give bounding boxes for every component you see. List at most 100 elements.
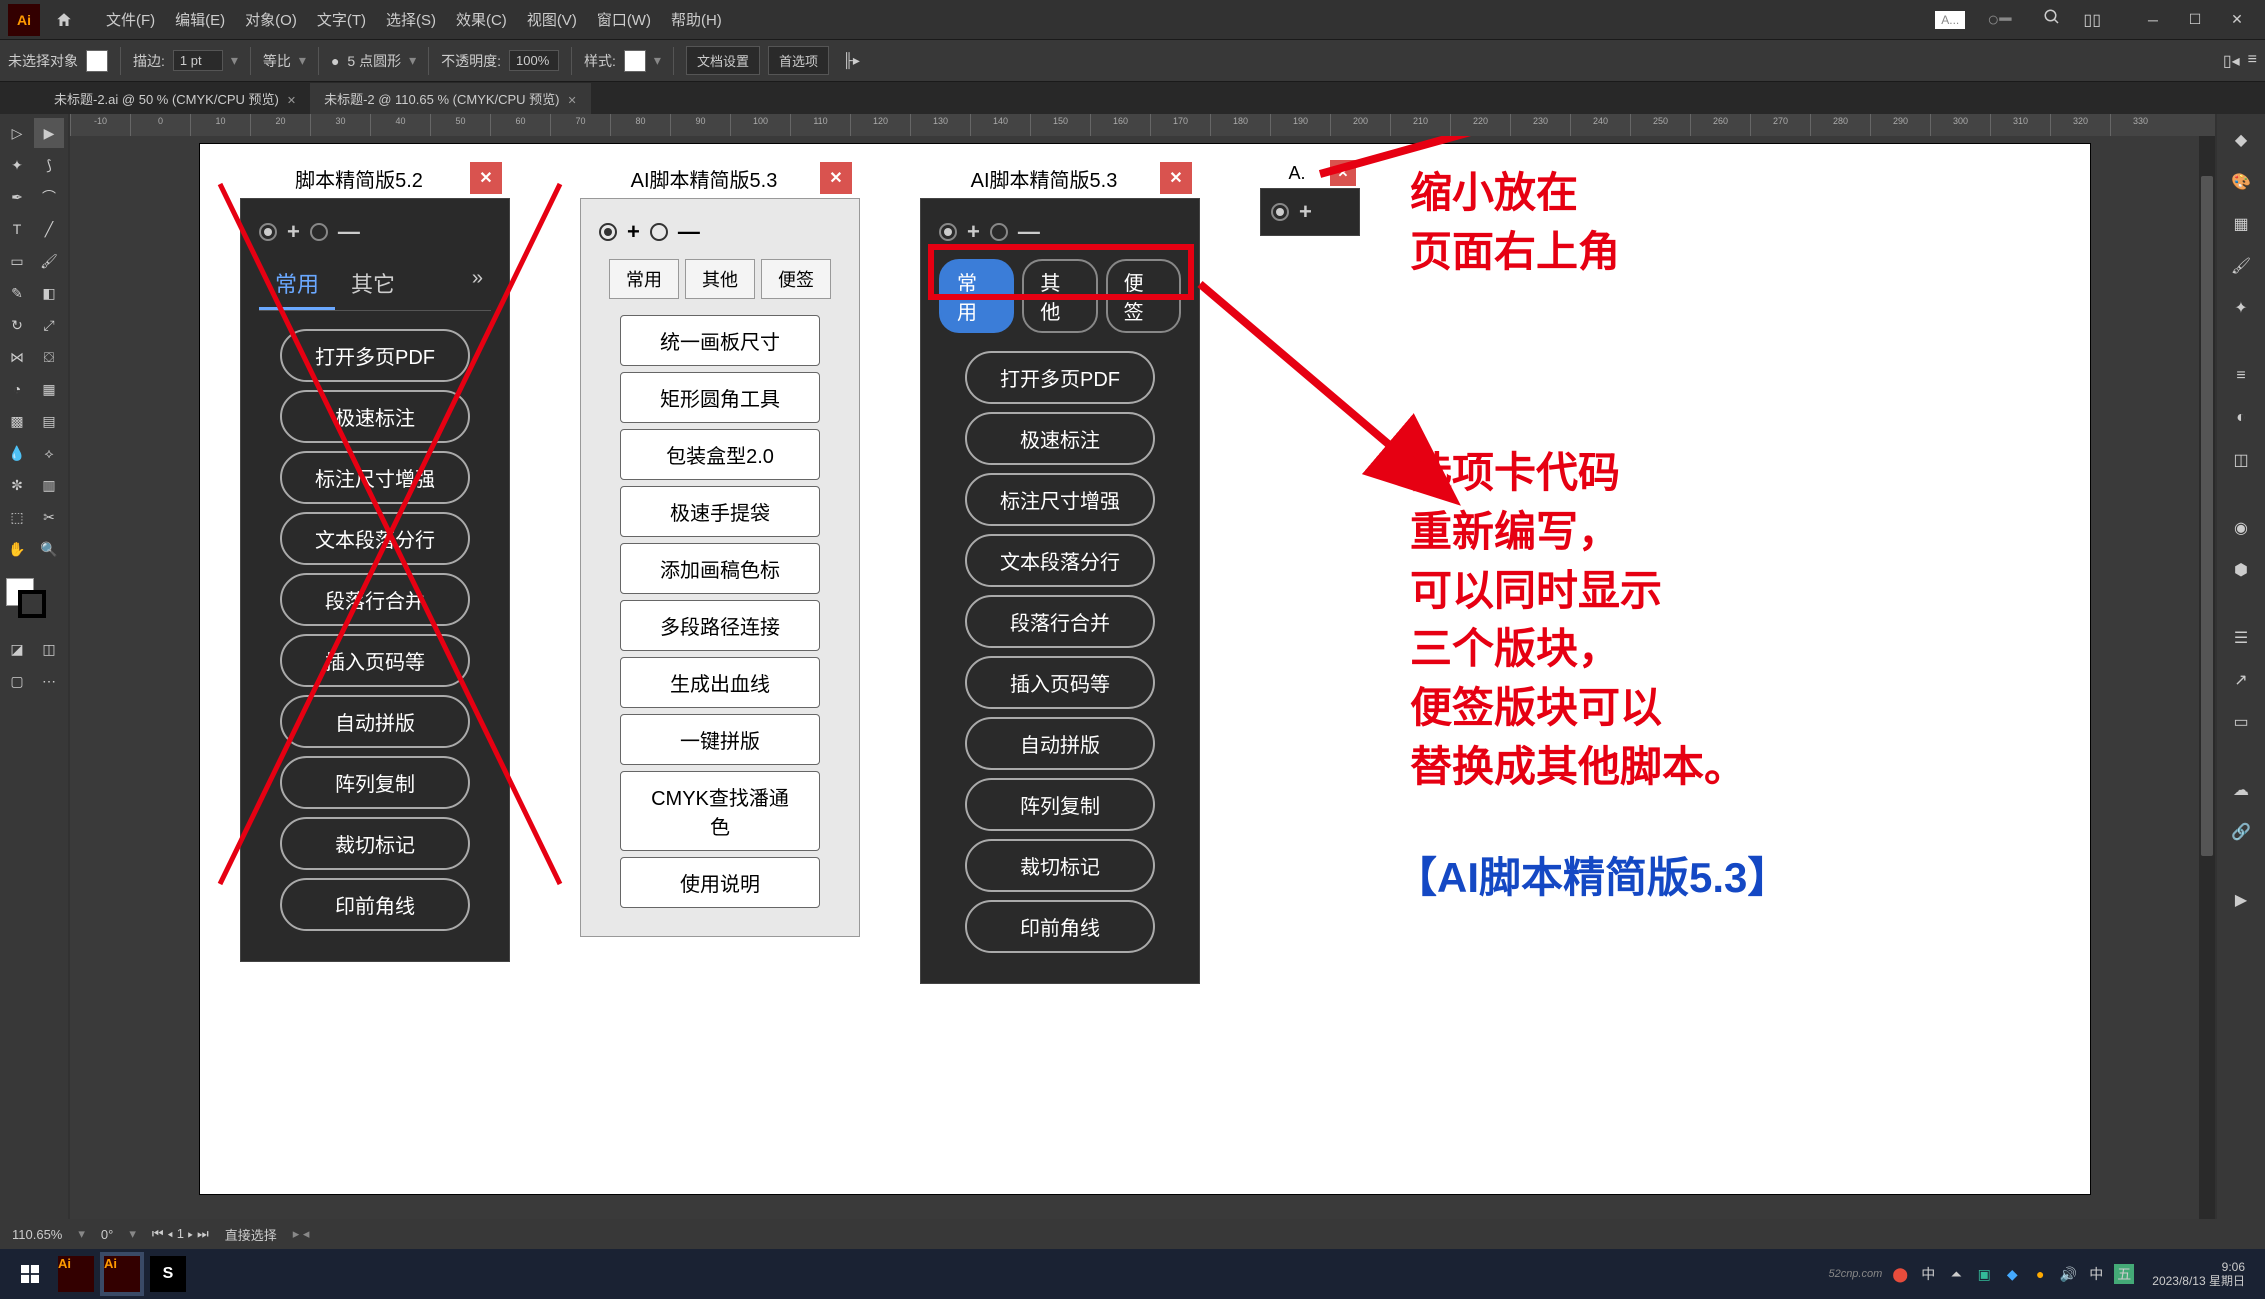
- canvas[interactable]: 脚本精简版5.2 ✕ + — 常用 其它 » 打开多页PDF 极速标注 标注尺寸…: [70, 136, 2215, 1219]
- libraries-panel-icon[interactable]: ☁: [2223, 772, 2259, 808]
- menu-edit[interactable]: 编辑(E): [165, 9, 235, 30]
- appearance-panel-icon[interactable]: ◉: [2223, 510, 2259, 546]
- stroke-panel-icon[interactable]: ≡: [2223, 358, 2259, 394]
- fill-swatch[interactable]: [86, 50, 108, 72]
- script-button[interactable]: 添加画稿色标: [620, 543, 820, 594]
- artboards-panel-icon[interactable]: ▭: [2223, 704, 2259, 740]
- minimize-button[interactable]: ─: [2133, 5, 2173, 35]
- zoom-in-button[interactable]: +: [287, 219, 300, 245]
- menu-help[interactable]: 帮助(H): [661, 9, 732, 30]
- rectangle-tool[interactable]: ▭: [2, 246, 32, 276]
- eyedropper-tool[interactable]: 💧: [2, 438, 32, 468]
- script-button[interactable]: 打开多页PDF: [965, 351, 1155, 404]
- graph-tool[interactable]: ▥: [34, 470, 64, 500]
- taskbar-app-other[interactable]: S: [146, 1252, 190, 1296]
- document-setup-button[interactable]: 文档设置: [686, 46, 760, 75]
- start-button[interactable]: [8, 1252, 52, 1296]
- symbols-panel-icon[interactable]: ✦: [2223, 290, 2259, 326]
- tray-volume-icon[interactable]: 🔊: [2058, 1264, 2078, 1284]
- edit-toolbar[interactable]: ⋯: [34, 666, 64, 696]
- script-button[interactable]: 文本段落分行: [965, 534, 1155, 587]
- maximize-button[interactable]: ☐: [2175, 5, 2215, 35]
- radio-selected-icon[interactable]: [259, 223, 277, 241]
- zoom-tool[interactable]: 🔍: [34, 534, 64, 564]
- zoom-in-button[interactable]: +: [1299, 199, 1312, 225]
- slice-tool[interactable]: ✂: [34, 502, 64, 532]
- artboard-nav[interactable]: ⏮ ◂ 1 ▸ ⏭: [152, 1226, 209, 1242]
- menu-select[interactable]: 选择(S): [376, 9, 446, 30]
- search-icon[interactable]: [2033, 8, 2071, 32]
- tab-other[interactable]: 其它: [335, 259, 411, 310]
- curvature-tool[interactable]: ⌒: [34, 182, 64, 212]
- zoom-in-button[interactable]: +: [967, 219, 980, 245]
- zoom-in-button[interactable]: +: [627, 219, 640, 245]
- tab-common[interactable]: 常用: [259, 259, 335, 310]
- line-tool[interactable]: ╱: [34, 214, 64, 244]
- radio-unselected-icon[interactable]: [310, 223, 328, 241]
- tray-icon[interactable]: ◆: [2002, 1264, 2022, 1284]
- tab-other[interactable]: 其他: [685, 259, 755, 299]
- links-panel-icon[interactable]: 🔗: [2223, 814, 2259, 850]
- tab-common[interactable]: 常用: [609, 259, 679, 299]
- selection-tool[interactable]: ▷: [2, 118, 32, 148]
- menu-type[interactable]: 文字(T): [307, 9, 376, 30]
- script-button[interactable]: 印前角线: [280, 878, 470, 931]
- style-swatch[interactable]: [624, 50, 646, 72]
- gradient-tool[interactable]: ▤: [34, 406, 64, 436]
- menu-file[interactable]: 文件(F): [96, 9, 165, 30]
- menu-effect[interactable]: 效果(C): [446, 9, 517, 30]
- script-button[interactable]: 裁切标记: [280, 817, 470, 870]
- script-button[interactable]: 插入页码等: [280, 634, 470, 687]
- mesh-tool[interactable]: ▩: [2, 406, 32, 436]
- script-button[interactable]: 自动拼版: [965, 717, 1155, 770]
- script-button[interactable]: CMYK查找潘通色: [620, 771, 820, 851]
- paintbrush-tool[interactable]: 🖌: [34, 246, 64, 276]
- color-mode[interactable]: ◪: [2, 634, 32, 664]
- tray-ime-icon[interactable]: 中: [2086, 1264, 2106, 1284]
- menu-view[interactable]: 视图(V): [517, 9, 587, 30]
- type-tool[interactable]: T: [2, 214, 32, 244]
- script-button[interactable]: 阵列复制: [965, 778, 1155, 831]
- menu-object[interactable]: 对象(O): [235, 9, 307, 30]
- document-tab[interactable]: 未标题-2 @ 110.65 % (CMYK/CPU 预览)✕: [310, 83, 591, 114]
- taskbar-app-ai[interactable]: Ai: [54, 1252, 98, 1296]
- zoom-out-button[interactable]: —: [1018, 219, 1040, 245]
- fill-stroke-control[interactable]: [2, 574, 52, 624]
- panel-close-button[interactable]: ✕: [470, 162, 502, 194]
- chevron-right-icon[interactable]: »: [464, 259, 491, 310]
- brush-style[interactable]: 5 点圆形: [347, 51, 401, 71]
- swatches-panel-icon[interactable]: ▦: [2223, 206, 2259, 242]
- hand-tool[interactable]: ✋: [2, 534, 32, 564]
- close-icon[interactable]: ✕: [568, 95, 577, 107]
- close-icon[interactable]: ✕: [287, 95, 296, 107]
- panel-collapse-icon[interactable]: ▯◂: [2223, 51, 2240, 71]
- screen-mode[interactable]: ▢: [2, 666, 32, 696]
- radio-unselected-icon[interactable]: [650, 223, 668, 241]
- lasso-tool[interactable]: ⟆: [34, 150, 64, 180]
- script-button[interactable]: 插入页码等: [965, 656, 1155, 709]
- align-icon[interactable]: ╟▸: [843, 52, 860, 69]
- color-panel-icon[interactable]: 🎨: [2223, 164, 2259, 200]
- panel-menu-icon[interactable]: ≡: [2248, 51, 2257, 71]
- docked-mini-panel[interactable]: A...: [1935, 11, 1965, 29]
- script-button[interactable]: 打开多页PDF: [280, 329, 470, 382]
- tray-ime-icon[interactable]: 中: [1918, 1264, 1938, 1284]
- script-button[interactable]: 印前角线: [965, 900, 1155, 953]
- blend-tool[interactable]: ⟡: [34, 438, 64, 468]
- asset-export-panel-icon[interactable]: ↗: [2223, 662, 2259, 698]
- home-icon[interactable]: [48, 4, 80, 36]
- zoom-out-button[interactable]: —: [678, 219, 700, 245]
- script-button[interactable]: 极速标注: [280, 390, 470, 443]
- transparency-panel-icon[interactable]: ◫: [2223, 442, 2259, 478]
- uniform-label[interactable]: 等比: [263, 51, 291, 71]
- taskbar-clock[interactable]: 9:06 2023/8/13 星期日: [2152, 1260, 2245, 1289]
- script-button[interactable]: 标注尺寸增强: [965, 473, 1155, 526]
- rotation[interactable]: 0°: [101, 1227, 113, 1242]
- script-button[interactable]: 统一画板尺寸: [620, 315, 820, 366]
- arrange-docs-icon[interactable]: ▯▯: [2083, 10, 2101, 30]
- magic-wand-tool[interactable]: ✦: [2, 150, 32, 180]
- menu-window[interactable]: 窗口(W): [587, 9, 661, 30]
- radio-selected-icon[interactable]: [599, 223, 617, 241]
- opacity-input[interactable]: [509, 50, 559, 71]
- pen-tool[interactable]: ✒: [2, 182, 32, 212]
